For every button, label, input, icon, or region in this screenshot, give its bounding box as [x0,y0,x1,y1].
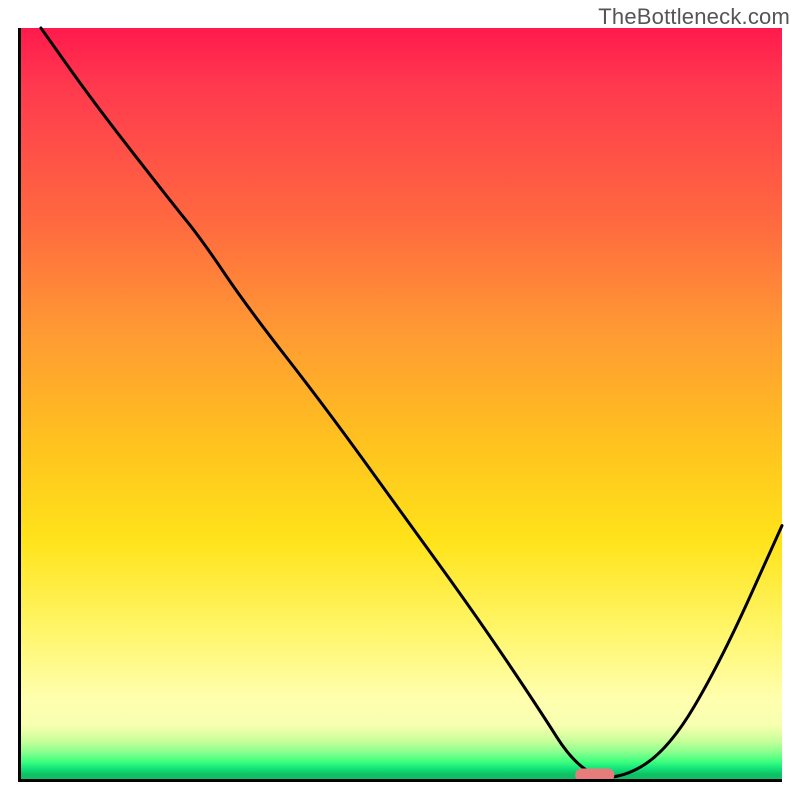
y-axis [18,28,21,782]
curve-layer [18,28,782,782]
bottleneck-curve [41,28,782,777]
plot-area [18,28,782,782]
chart-frame: TheBottleneck.com [0,0,800,800]
watermark-text: TheBottleneck.com [598,4,790,30]
x-axis [18,779,782,782]
